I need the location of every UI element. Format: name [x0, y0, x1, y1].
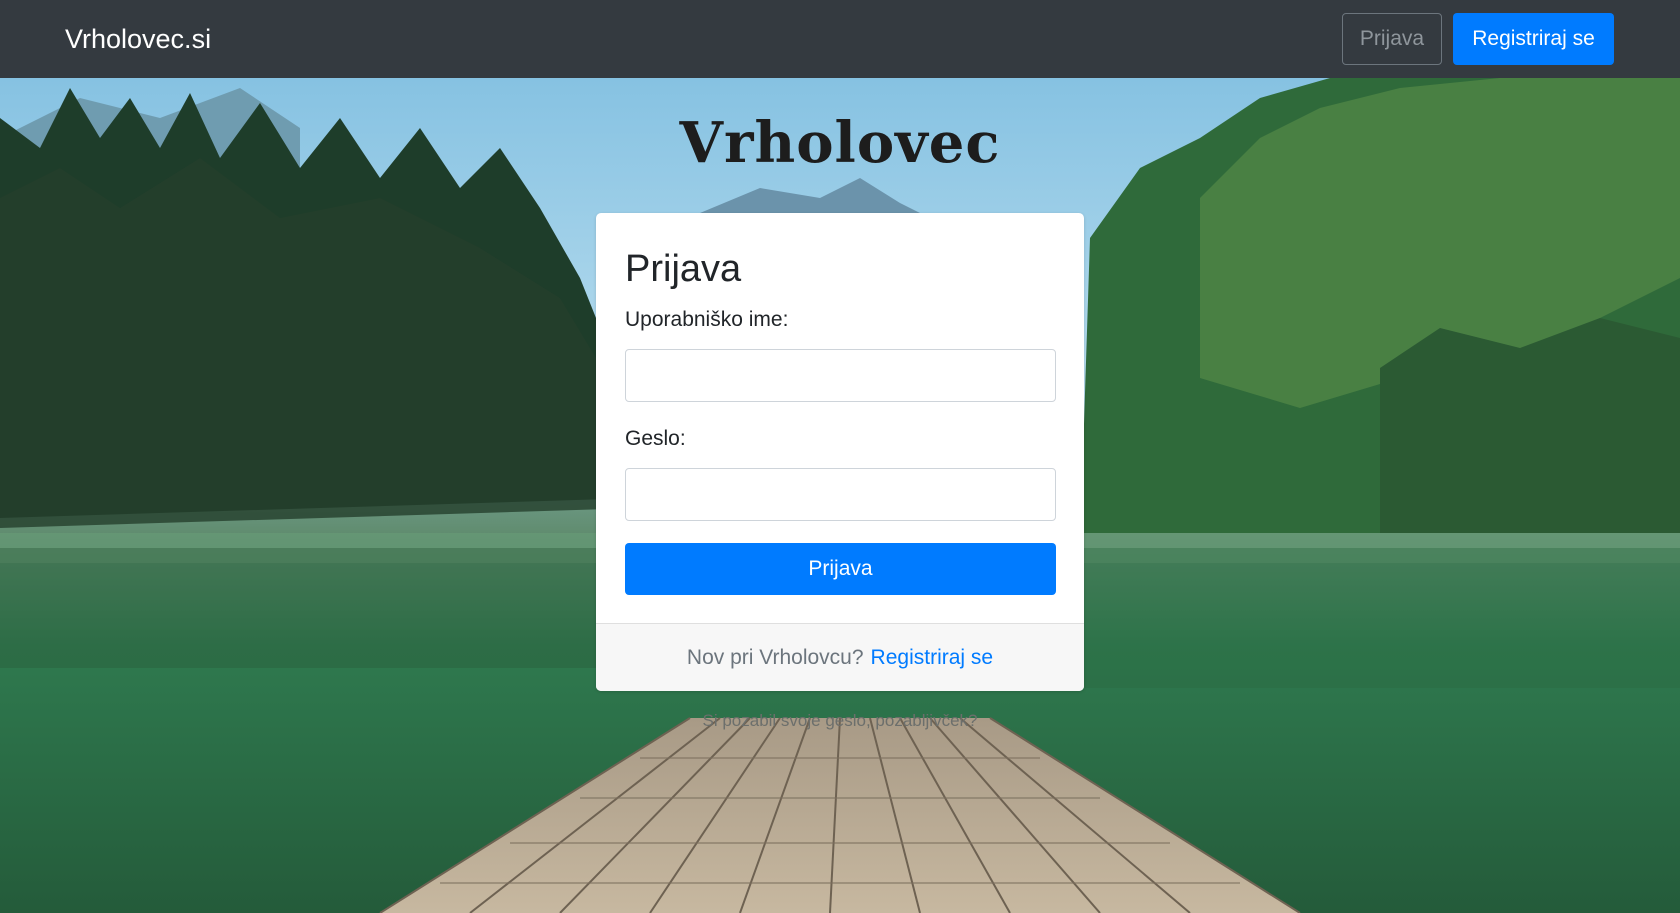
- footer-text: Nov pri Vrholovcu?: [686, 645, 864, 669]
- username-label: Uporabniško ime:: [625, 308, 789, 331]
- top-navbar: Vrholovec.si Prijava Registriraj se: [0, 0, 1680, 78]
- nav-register-button[interactable]: Registriraj se: [1453, 13, 1614, 65]
- login-submit-button[interactable]: Prijava: [625, 543, 1056, 595]
- login-title: Prijava: [625, 248, 742, 290]
- password-label: Geslo:: [625, 427, 686, 450]
- password-input[interactable]: [625, 468, 1056, 521]
- site-logo: Vrholovec: [679, 110, 1001, 176]
- card-footer: Nov pri Vrholovcu? Registriraj se: [596, 623, 1084, 691]
- footer-register-link[interactable]: Registriraj se: [871, 646, 994, 670]
- nav-login-button[interactable]: Prijava: [1342, 13, 1442, 65]
- forgot-password-link[interactable]: Si pozabil svoje geslo, pozabljivček?: [0, 711, 1680, 731]
- username-input[interactable]: [625, 349, 1056, 402]
- brand-link[interactable]: Vrholovec.si: [65, 22, 211, 56]
- login-card: Prijava Uporabniško ime: Geslo: Prijava …: [596, 213, 1084, 691]
